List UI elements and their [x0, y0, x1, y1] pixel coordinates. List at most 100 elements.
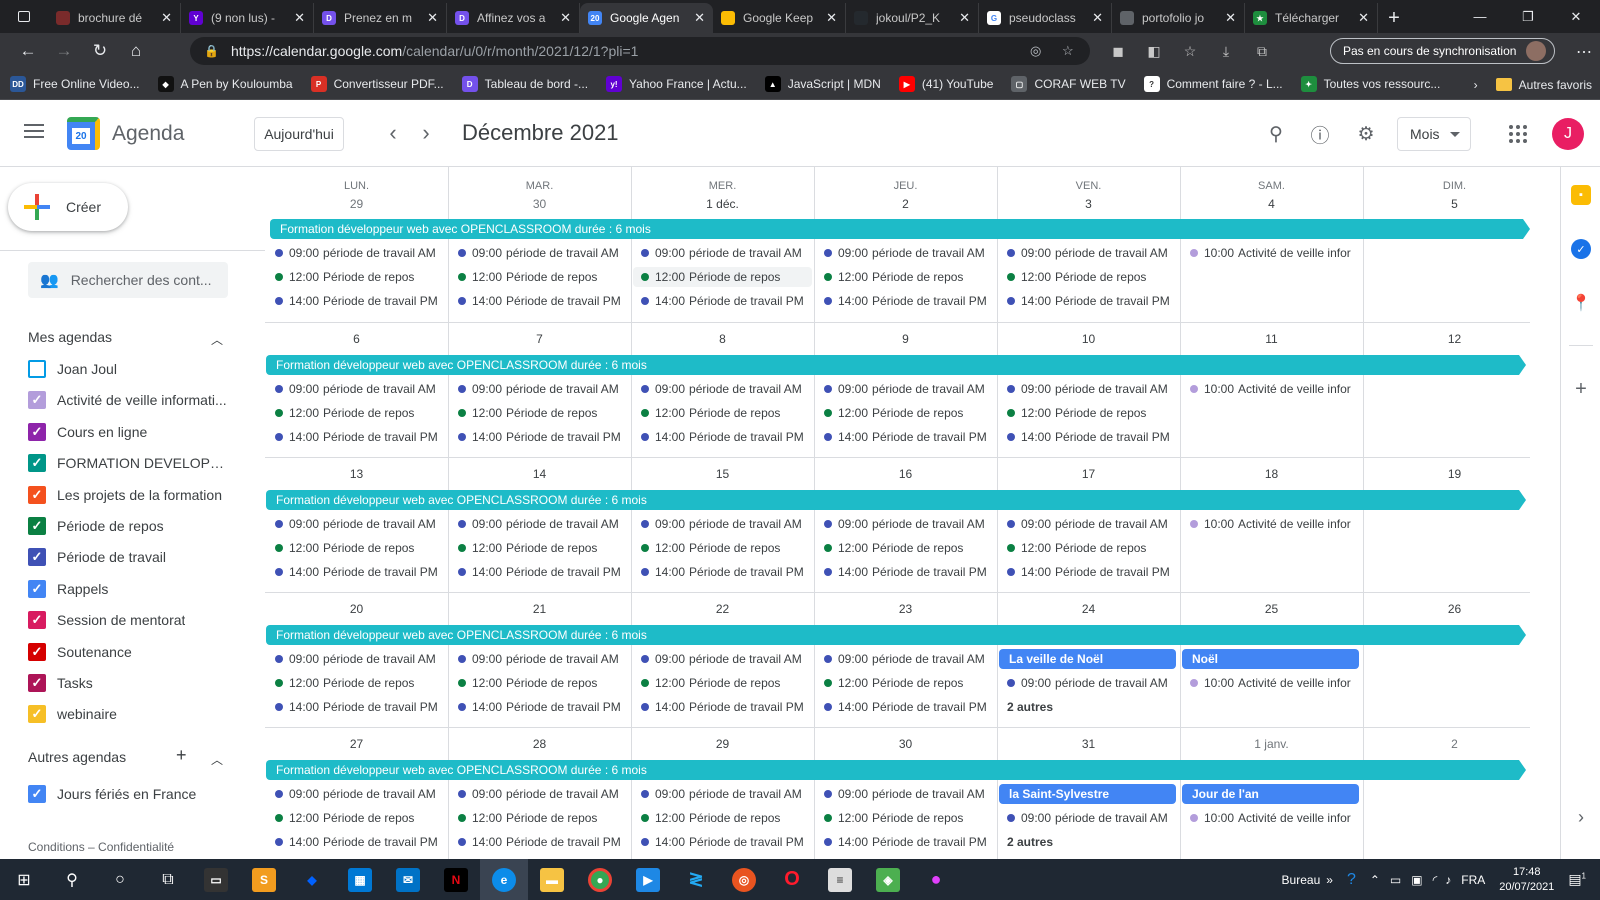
maps-pin-icon[interactable]: 📍 [1571, 293, 1591, 313]
tab-close-icon[interactable]: ✕ [1225, 10, 1236, 26]
minimize-icon[interactable]: — [1456, 0, 1504, 33]
calendar-list-item[interactable]: ✓ Activité de veille informati... [28, 388, 228, 412]
chrome-app-icon[interactable]: ● [576, 859, 624, 900]
more-events-link[interactable]: 2 autres [999, 835, 1053, 849]
language-indicator[interactable]: FRA [1461, 873, 1485, 887]
maximize-icon[interactable]: ❐ [1504, 0, 1552, 33]
event-am[interactable]: 09:00 période de travail AM [633, 514, 812, 534]
cortana-icon[interactable]: ○ [96, 859, 144, 900]
help-icon[interactable]: ⓘ [1304, 118, 1336, 150]
bookmark-item[interactable]: P Convertisseur PDF... [310, 76, 444, 92]
browser-tab[interactable]: Y (9 non lus) - ✕ [181, 3, 314, 33]
add-calendar-icon[interactable]: + [176, 745, 187, 766]
event-pm[interactable]: 14:00 Période de travail PM [633, 832, 812, 852]
calendar-list-item[interactable]: ✓ Période de repos [28, 514, 228, 538]
event-pm[interactable]: 14:00 Période de travail PM [816, 291, 995, 311]
tasks-icon[interactable]: ✓ [1571, 239, 1591, 259]
collections-icon[interactable]: ⧉ [1244, 43, 1280, 60]
calendar-list-item[interactable]: ✓ Session de mentorat [28, 608, 228, 632]
event-pm[interactable]: 14:00 Période de travail PM [816, 697, 995, 717]
opera-app-icon[interactable]: O [768, 859, 816, 900]
event-rest[interactable]: 12:00 Période de repos [633, 403, 812, 423]
checkbox-icon[interactable]: ✓ [28, 611, 46, 630]
event-rest[interactable]: 12:00 Période de repos [267, 673, 446, 693]
desktop-label[interactable]: Bureau [1282, 873, 1321, 887]
multi-day-event-bar[interactable]: Formation développeur web avec OPENCLASS… [266, 490, 1526, 510]
holiday-chip[interactable]: Noël [1182, 649, 1359, 669]
my-calendars-heading[interactable]: Mes agendas [28, 329, 112, 345]
other-bookmarks[interactable]: Autres favoris [1519, 78, 1592, 92]
bookmark-item[interactable]: ✦ Toutes vos ressourc... [1300, 76, 1440, 92]
netflix-app-icon[interactable]: N [432, 859, 480, 900]
checkbox-icon[interactable]: ✓ [28, 454, 46, 473]
event-rest[interactable]: 12:00 Période de repos [450, 267, 629, 287]
day-number[interactable]: 30 [814, 737, 997, 751]
apps-grid-icon[interactable] [1509, 125, 1527, 143]
day-number[interactable]: 9 [814, 332, 997, 346]
calendar-logo[interactable]: 20 [67, 117, 100, 150]
checkbox-icon[interactable]: ✓ [28, 642, 46, 661]
today-button[interactable]: Aujourd'hui [254, 117, 344, 151]
event-am[interactable]: 09:00 période de travail AM [450, 379, 629, 399]
bookmark-item[interactable]: ▶ (41) YouTube [898, 76, 993, 92]
extension-icon[interactable]: ◧ [1136, 43, 1172, 60]
event-pm[interactable]: 14:00 Période de travail PM [999, 427, 1178, 447]
browser-tab[interactable]: portofolio jo ✕ [1112, 3, 1245, 33]
multi-day-event-bar[interactable]: Formation développeur web avec OPENCLASS… [266, 355, 1526, 375]
bookmark-item[interactable]: DD Free Online Video... [10, 76, 140, 92]
event-am[interactable]: 09:00 période de travail AM [816, 514, 995, 534]
day-number[interactable]: 1 janv. [1180, 737, 1363, 751]
day-number[interactable]: 11 [1180, 332, 1363, 346]
event-am[interactable]: 09:00 période de travail AM [267, 649, 446, 669]
event-rest[interactable]: 12:00 Période de repos [816, 808, 995, 828]
day-number[interactable]: 27 [265, 737, 448, 751]
extension-icon[interactable]: ◼ [1100, 43, 1136, 60]
event-rest[interactable]: 12:00 Période de repos [816, 673, 995, 693]
reload-icon[interactable]: ↻ [82, 33, 118, 69]
mail-app-icon[interactable]: ✉ [384, 859, 432, 900]
calendar-list-item[interactable]: ✓ FORMATION DEVELOPPE... [28, 451, 228, 475]
day-number[interactable]: 24 [997, 602, 1180, 616]
day-number[interactable]: 26 [1363, 602, 1546, 616]
bookmark-item[interactable]: ◆ A Pen by Kouloumba [157, 76, 293, 92]
event-pm[interactable]: 14:00 Période de travail PM [633, 562, 812, 582]
checkbox-icon[interactable]: ✓ [28, 391, 46, 410]
holiday-chip[interactable]: La veille de Noël [999, 649, 1176, 669]
event-rest[interactable]: 12:00 Période de repos [816, 403, 995, 423]
checkbox-icon[interactable]: ✓ [28, 548, 46, 567]
event-pm[interactable]: 14:00 Période de travail PM [633, 427, 812, 447]
bookmark-item[interactable]: D Tableau de bord -... [461, 76, 588, 92]
checkbox-icon[interactable]: ✓ [28, 785, 46, 803]
event-watch[interactable]: 10:00 Activité de veille infor [1182, 243, 1361, 263]
calendar-list-item[interactable]: Joan Joul [28, 357, 228, 381]
holiday-chip[interactable]: Jour de l'an [1182, 784, 1359, 804]
chevron-up-icon[interactable]: ︿ [211, 751, 223, 768]
taskbar-search-icon[interactable]: ⚲ [48, 859, 96, 900]
browser-tab[interactable]: brochure dé ✕ [48, 3, 181, 33]
event-pm[interactable]: 14:00 Période de travail PM [633, 291, 812, 311]
event-am[interactable]: 09:00 période de travail AM [633, 649, 812, 669]
event-watch[interactable]: 10:00 Activité de veille infor [1182, 808, 1361, 828]
calendar-list-item[interactable]: ✓ Cours en ligne [28, 420, 228, 444]
event-pm[interactable]: 14:00 Période de travail PM [267, 832, 446, 852]
day-number[interactable]: 3 [997, 197, 1180, 211]
checkbox-icon[interactable]: ✓ [28, 705, 46, 724]
other-calendars-heading[interactable]: Autres agendas [28, 749, 126, 765]
add-addon-icon[interactable]: + [1571, 378, 1591, 400]
day-number[interactable]: 2 [1363, 737, 1546, 751]
event-rest[interactable]: 12:00 Période de repos [816, 267, 995, 287]
volume-icon[interactable]: ♪ [1445, 873, 1451, 887]
event-rest[interactable]: 12:00 Période de repos [999, 538, 1178, 558]
checkbox-icon[interactable]: ✓ [28, 485, 46, 504]
day-number[interactable]: 21 [448, 602, 631, 616]
day-number[interactable]: 30 [448, 197, 631, 211]
clock[interactable]: 17:48 20/07/2021 [1499, 865, 1554, 895]
browser-tab[interactable]: ★ Télécharger ✕ [1245, 3, 1378, 33]
event-pm[interactable]: 14:00 Période de travail PM [267, 562, 446, 582]
event-pm[interactable]: 14:00 Période de travail PM [267, 697, 446, 717]
bookmark-item[interactable]: ▢ CORAF WEB TV [1011, 76, 1126, 92]
back-icon[interactable]: ← [10, 33, 46, 69]
browser-tab[interactable]: Google Keep ✕ [713, 3, 846, 33]
day-number[interactable]: 22 [631, 602, 814, 616]
day-number[interactable]: 12 [1363, 332, 1546, 346]
